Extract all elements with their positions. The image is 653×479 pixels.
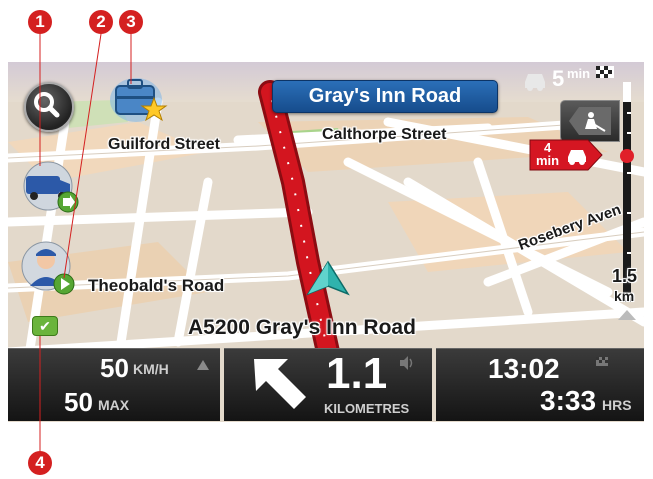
checkered-flag-icon	[596, 357, 608, 366]
callout-1: 1	[28, 10, 52, 34]
top-delay-value: 5	[552, 66, 565, 91]
arrival-time: 13:02	[488, 353, 560, 384]
car-icon	[525, 74, 545, 91]
street-label-guilford: Guilford Street	[108, 136, 221, 153]
driver-avatar-icon	[21, 241, 75, 295]
my-places-button[interactable]	[106, 68, 170, 126]
current-speed-unit: KM/H	[133, 361, 169, 377]
remaining-time-unit: HRS	[602, 397, 632, 413]
vehicle-button[interactable]	[18, 160, 82, 216]
callout-4: 4	[28, 451, 52, 475]
scale-value: 1.5	[612, 266, 638, 286]
speed-panel[interactable]: 50 KM/H 50 MAX	[8, 348, 220, 421]
callout-3: 3	[119, 10, 143, 34]
current-road-label: A5200 Gray's Inn Road	[188, 316, 416, 339]
top-delay-unit: min	[567, 66, 591, 81]
search-icon	[34, 92, 60, 118]
speed-triangle-icon	[197, 360, 209, 370]
callout-2: 2	[89, 10, 113, 34]
turn-left-arrow-icon	[254, 359, 306, 409]
checkered-flag-icon	[596, 66, 614, 78]
driver-button[interactable]	[20, 238, 80, 298]
distance-to-turn-unit: KILOMETRES	[324, 401, 410, 416]
scale-unit: km	[614, 288, 635, 304]
navigation-screen[interactable]: Gray's Inn Road Guilford Street Calthorp…	[8, 62, 644, 422]
instruction-panel[interactable]: 1.1 KILOMETRES	[224, 348, 432, 421]
delay-unit: min	[536, 153, 560, 168]
status-badge[interactable]: ✔	[32, 316, 58, 336]
briefcase-star-icon	[110, 78, 168, 122]
van-icon	[23, 161, 79, 213]
arrival-panel[interactable]: 13:02 3:33 HRS	[436, 348, 644, 421]
remaining-time-value: 3:33	[540, 385, 597, 416]
speaker-icon	[400, 356, 413, 370]
traffic-delay-badge[interactable]: 4 min	[528, 138, 604, 172]
speed-limit-unit: MAX	[98, 397, 130, 413]
roadworks-button[interactable]	[560, 100, 620, 142]
roadworks-icon	[569, 107, 611, 135]
traffic-summary[interactable]: 5 min	[512, 64, 614, 94]
car-icon	[568, 150, 586, 165]
speed-limit-value: 50	[64, 387, 93, 417]
next-road-banner: Gray's Inn Road	[272, 80, 498, 113]
street-label-theobalds: Theobald's Road	[88, 276, 225, 295]
current-speed-value: 50	[100, 353, 129, 383]
distance-to-turn-value: 1.1	[326, 349, 388, 398]
street-label-calthorpe: Calthorpe Street	[322, 126, 447, 143]
search-button[interactable]	[24, 82, 74, 132]
